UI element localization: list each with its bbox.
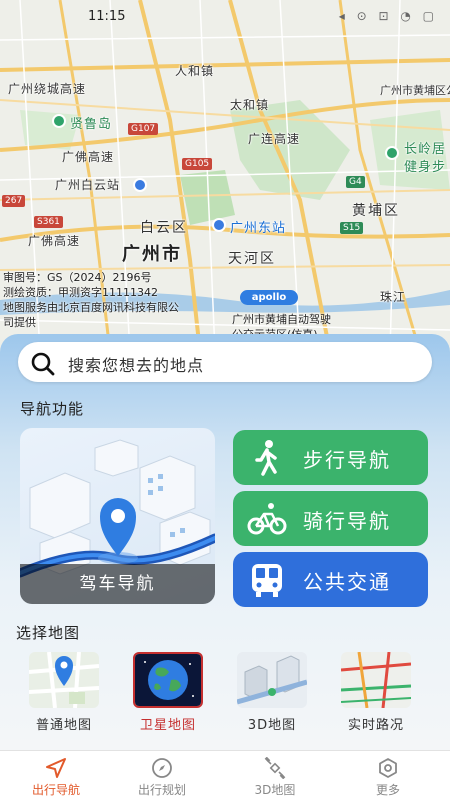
- status-time: 11:15: [88, 9, 126, 24]
- map-label-guangzhou-east: 广州东站: [230, 221, 287, 236]
- map-type-label: 3D地图: [247, 718, 297, 733]
- search-bar[interactable]: 搜索您想去的地点: [18, 342, 432, 382]
- map-type-satellite[interactable]: 卫星地图: [130, 652, 206, 733]
- bike-navigation-label: 骑行导航: [303, 509, 391, 533]
- tab-travel-navigation[interactable]: 出行导航: [0, 751, 112, 800]
- walk-navigation-label: 步行导航: [303, 448, 391, 472]
- map-label-ring-expressway: 广州绕城高速: [8, 82, 87, 96]
- map-label-xianlu: 贤鲁岛: [70, 117, 113, 132]
- copyright-line: 地图服务由北京百度网讯科技有限公: [3, 301, 179, 314]
- drive-navigation-label: 驾车导航: [20, 564, 215, 604]
- autonomous-zone-line: 广州市黄埔自动驾驶: [232, 313, 331, 326]
- copyright-line: 测绘资质：甲测资字11111342: [3, 286, 158, 299]
- bus-icon: [252, 564, 282, 597]
- map-type-traffic[interactable]: 实时路况: [338, 652, 414, 733]
- compass-icon: [152, 758, 172, 778]
- map-label-taihe: 太和镇: [230, 98, 270, 112]
- map-label-baiyun-station: 广州白云站: [55, 178, 121, 192]
- walk-navigation-button[interactable]: 步行导航: [233, 430, 428, 485]
- satellite-map-thumbnail: [133, 652, 203, 708]
- station-pin-icon: [212, 218, 226, 232]
- bottom-tab-bar: 出行导航 出行规划 3D地图 更多: [0, 750, 450, 800]
- map-label-guangfo-road: 广佛高速: [28, 234, 81, 248]
- map-label-guangfo-expressway: 广佛高速: [62, 150, 115, 164]
- station-pin-icon: [133, 178, 147, 192]
- bottom-panel: 搜索您想去的地点 导航功能 驾车导航 步行导航 骑行导航 公共交通 选择地图 普…: [0, 334, 450, 750]
- apollo-logo: apollo: [240, 290, 298, 305]
- poi-pin-icon: [385, 146, 399, 160]
- map-label-huangpu-public: 广州市黄埔区公交示范区: [380, 84, 450, 97]
- bike-navigation-button[interactable]: 骑行导航: [233, 491, 428, 546]
- map-type-3d[interactable]: 3D地图: [234, 652, 310, 733]
- bicycle-icon: [247, 503, 287, 535]
- standard-map-icon: [29, 652, 99, 708]
- road-badge-g105: G105: [182, 158, 213, 170]
- map-label-zhujiang: 珠江: [380, 290, 407, 304]
- map-copyright: 审图号：GS（2024）2196号 测绘资质：甲测资字11111342 地图服务…: [3, 270, 179, 330]
- public-transit-button[interactable]: 公共交通: [233, 552, 428, 607]
- tab-label: 出行导航: [31, 783, 80, 797]
- map-label-renhe: 人和镇: [175, 64, 215, 78]
- tab-label: 3D地图: [254, 783, 296, 797]
- map-type-label: 普通地图: [35, 718, 92, 733]
- globe-icon: [135, 654, 201, 706]
- map-type-label: 卫星地图: [139, 718, 196, 733]
- road-badge-s361: S361: [34, 216, 63, 228]
- satellite-icon: [264, 757, 286, 779]
- map-label-baiyun-district: 白云区: [140, 220, 188, 236]
- map-label-health: 健身步: [404, 160, 447, 175]
- settings-hexagon-icon: [379, 758, 397, 778]
- tab-3d-map[interactable]: 3D地图: [219, 751, 331, 800]
- map-type-label: 实时路况: [347, 718, 404, 733]
- road-badge-s15: S15: [340, 222, 364, 234]
- map-view[interactable]: 11:15 ◂ ⊙ ⊡ ◔ ▢ 广州绕城高速 人和镇 贤鲁岛 太和镇 G107 …: [0, 0, 450, 352]
- tab-travel-planning[interactable]: 出行规划: [106, 751, 218, 800]
- tab-more[interactable]: 更多: [332, 751, 444, 800]
- standard-map-thumbnail: [29, 652, 99, 708]
- tab-label: 出行规划: [137, 783, 186, 797]
- copyright-line: 审图号：GS（2024）2196号: [3, 271, 152, 284]
- search-icon: [31, 352, 55, 376]
- map-label-guanglian: 广连高速: [248, 132, 301, 146]
- road-badge-g107: G107: [128, 123, 159, 135]
- poi-pin-icon: [52, 114, 66, 128]
- status-bar: 11:15 ◂ ⊙ ⊡ ◔ ▢: [0, 0, 450, 34]
- map-select-title: 选择地图: [16, 624, 81, 642]
- road-badge-267: 267: [2, 195, 26, 207]
- public-transit-label: 公共交通: [303, 570, 391, 594]
- 3d-map-thumbnail: [237, 652, 307, 708]
- walking-person-icon: [255, 440, 277, 476]
- map-label-guangzhou-city: 广州市: [122, 244, 182, 265]
- nav-section-title: 导航功能: [20, 400, 85, 418]
- map-label-tianhe: 天河区: [228, 251, 276, 267]
- navigation-arrow-icon: [46, 758, 66, 778]
- road-badge-g4: G4: [346, 176, 365, 188]
- map-type-standard[interactable]: 普通地图: [26, 652, 102, 733]
- copyright-line: 司提供: [3, 316, 36, 329]
- traffic-map-thumbnail: [341, 652, 411, 708]
- status-icons: ◂ ⊙ ⊡ ◔ ▢: [338, 9, 438, 23]
- search-placeholder: 搜索您想去的地点: [68, 356, 205, 375]
- map-label-huangpu-district: 黄埔区: [352, 203, 400, 219]
- tab-label: 更多: [375, 783, 400, 797]
- traffic-icon: [341, 652, 411, 708]
- 3d-buildings-icon: [237, 652, 307, 708]
- map-label-changling: 长岭居: [404, 142, 447, 157]
- drive-navigation-card[interactable]: 驾车导航: [20, 428, 215, 604]
